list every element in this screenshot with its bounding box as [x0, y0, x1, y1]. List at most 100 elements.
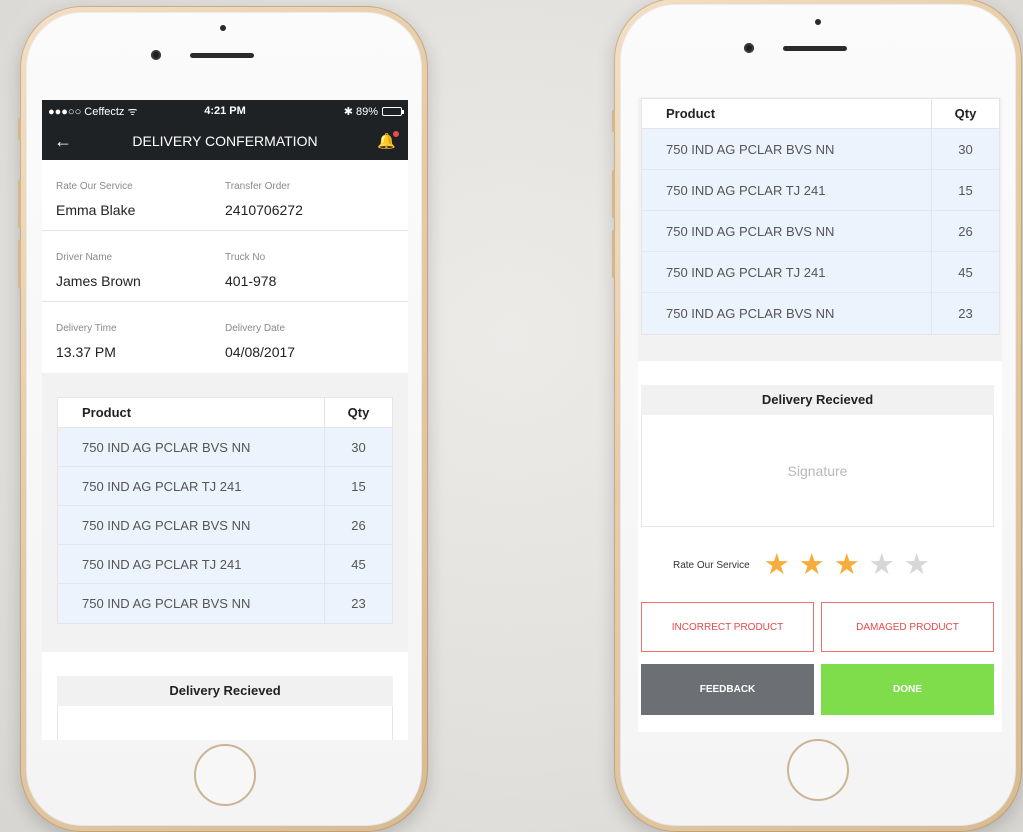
product-qty: 15	[324, 467, 392, 505]
done-button[interactable]: DONE	[821, 664, 994, 715]
home-button[interactable]	[787, 739, 849, 801]
star-empty-icon[interactable]: ★	[869, 551, 895, 580]
delivery-date-value: 04/08/2017	[225, 344, 296, 360]
home-button[interactable]	[194, 744, 256, 806]
battery-icon	[382, 106, 404, 116]
product-qty: 30	[931, 129, 999, 169]
product-name: 750 IND AG PCLAR BVS NN	[666, 223, 835, 239]
product-name: 750 IND AG PCLAR TJ 241	[666, 182, 826, 198]
info-cell: Transfer Order 2410706272	[225, 160, 394, 230]
nav-bar: ← DELIVERY CONFERMATION 🔔	[42, 122, 408, 160]
header-product: Product	[666, 106, 716, 121]
product-name: 750 IND AG PCLAR BVS NN	[82, 439, 251, 455]
proximity-sensor	[815, 19, 821, 25]
delivery-received-title: Delivery Recieved	[641, 385, 994, 415]
info-row: Delivery Time 13.37 PM Delivery Date 04/…	[42, 302, 408, 373]
product-qty: 23	[931, 293, 999, 334]
mute-switch	[612, 110, 615, 132]
issue-buttons: INCORRECT PRODUCT DAMAGED PRODUCT	[641, 602, 994, 652]
delivery-time-label: Delivery Time	[56, 323, 117, 334]
product-qty: 30	[324, 428, 392, 466]
carrier-signal: ●●●○○ Ceffectz ᯤ	[48, 105, 138, 118]
driver-name-label: Driver Name	[56, 252, 113, 263]
info-cell: Truck No 401-978	[225, 231, 394, 301]
delivery-date-label: Delivery Date	[225, 323, 286, 334]
status-time: 4:21 PM	[204, 105, 246, 117]
star-empty-icon[interactable]: ★	[904, 551, 930, 580]
table-row: 750 IND AG PCLAR TJ 241 45	[58, 545, 392, 584]
battery-percent: ✱ 89%	[343, 105, 378, 118]
proximity-sensor	[220, 25, 226, 31]
info-row: Rate Our Service Emma Blake Transfer Ord…	[42, 160, 408, 231]
info-cell: Rate Our Service Emma Blake	[56, 160, 225, 230]
table-header: Product Qty	[58, 398, 392, 428]
signature-placeholder: Signature	[787, 462, 848, 479]
product-table: Product Qty 750 IND AG PCLAR BVS NN 30 7…	[641, 98, 1000, 335]
damaged-product-button[interactable]: DAMAGED PRODUCT	[821, 602, 994, 652]
product-name: 750 IND AG PCLAR TJ 241	[82, 478, 242, 494]
delivery-received-title: Delivery Recieved	[57, 676, 393, 706]
product-qty: 26	[324, 506, 392, 544]
volume-down-button	[612, 230, 615, 278]
front-camera	[744, 43, 754, 53]
star-filled-icon[interactable]: ★	[799, 551, 825, 580]
driver-name-value: James Brown	[56, 273, 141, 289]
star-filled-icon[interactable]: ★	[764, 551, 790, 580]
feedback-button[interactable]: FEEDBACK	[641, 664, 814, 715]
transfer-order-value: 2410706272	[225, 202, 303, 218]
table-row: 750 IND AG PCLAR BVS NN 23	[58, 584, 392, 623]
product-name: 750 IND AG PCLAR BVS NN	[82, 596, 251, 611]
product-qty: 45	[324, 545, 392, 583]
transfer-order-label: Transfer Order	[225, 181, 291, 192]
rate-service-label: Rate Our Service	[56, 181, 133, 192]
product-qty: 15	[931, 170, 999, 210]
table-header: Product Qty	[642, 99, 999, 129]
truck-no-label: Truck No	[225, 252, 266, 263]
info-row: Driver Name James Brown Truck No 401-978	[42, 231, 408, 302]
header-qty: Qty	[324, 398, 392, 427]
header-product: Product	[82, 405, 132, 420]
front-camera	[151, 50, 161, 60]
star-rating[interactable]: ★ ★ ★ ★ ★	[764, 551, 939, 580]
screen-right: Product Qty 750 IND AG PCLAR BVS NN 30 7…	[638, 97, 1002, 732]
incorrect-product-button[interactable]: INCORRECT PRODUCT	[641, 602, 814, 652]
earpiece-speaker	[783, 46, 847, 51]
page-title: DELIVERY CONFERMATION	[132, 133, 318, 149]
star-filled-icon[interactable]: ★	[834, 551, 860, 580]
table-section: Product Qty 750 IND AG PCLAR BVS NN 30 7…	[42, 373, 408, 624]
delivery-received-section: Delivery Recieved Signature Rate Our Ser…	[638, 361, 1002, 715]
arrow-left-icon[interactable]: ←	[54, 131, 78, 152]
battery-status: ✱ 89%	[343, 105, 404, 118]
volume-down-button	[18, 240, 21, 288]
earpiece-speaker	[190, 53, 254, 58]
product-qty: 45	[931, 252, 999, 292]
status-bar: ●●●○○ Ceffectz ᯤ 4:21 PM ✱ 89%	[42, 100, 408, 122]
table-row: 750 IND AG PCLAR TJ 241 15	[642, 170, 999, 211]
info-cell: Driver Name James Brown	[56, 231, 225, 301]
volume-up-button	[612, 170, 615, 218]
table-section: Product Qty 750 IND AG PCLAR BVS NN 30 7…	[638, 97, 1002, 361]
delivery-time-value: 13.37 PM	[56, 344, 116, 360]
mute-switch	[18, 118, 21, 140]
product-name: 750 IND AG PCLAR TJ 241	[666, 264, 826, 280]
signature-pad[interactable]: Signature	[641, 415, 994, 527]
rating-label: Rate Our Service	[673, 560, 750, 571]
rating-row: Rate Our Service ★ ★ ★ ★ ★	[641, 551, 994, 580]
table-row: 750 IND AG PCLAR TJ 241 45	[642, 252, 999, 293]
table-row: 750 IND AG PCLAR BVS NN 26	[642, 211, 999, 252]
product-qty: 26	[931, 211, 999, 251]
table-row: 750 IND AG PCLAR BVS NN 30	[642, 129, 999, 170]
customer-name: Emma Blake	[56, 202, 136, 218]
product-table: Product Qty 750 IND AG PCLAR BVS NN 30 7…	[57, 397, 393, 624]
bell-icon[interactable]: 🔔	[377, 131, 399, 150]
truck-no-value: 401-978	[225, 273, 277, 289]
volume-up-button	[18, 180, 21, 228]
info-cell: Delivery Time 13.37 PM	[56, 302, 225, 373]
product-name: 750 IND AG PCLAR BVS NN	[666, 141, 835, 157]
action-buttons: FEEDBACK DONE	[641, 664, 994, 715]
info-cell: Delivery Date 04/08/2017	[225, 302, 394, 373]
signature-pad[interactable]	[57, 706, 393, 740]
table-row: 750 IND AG PCLAR BVS NN 26	[58, 506, 392, 545]
product-name: 750 IND AG PCLAR BVS NN	[82, 517, 251, 533]
table-row: 750 IND AG PCLAR TJ 241 15	[58, 467, 392, 506]
